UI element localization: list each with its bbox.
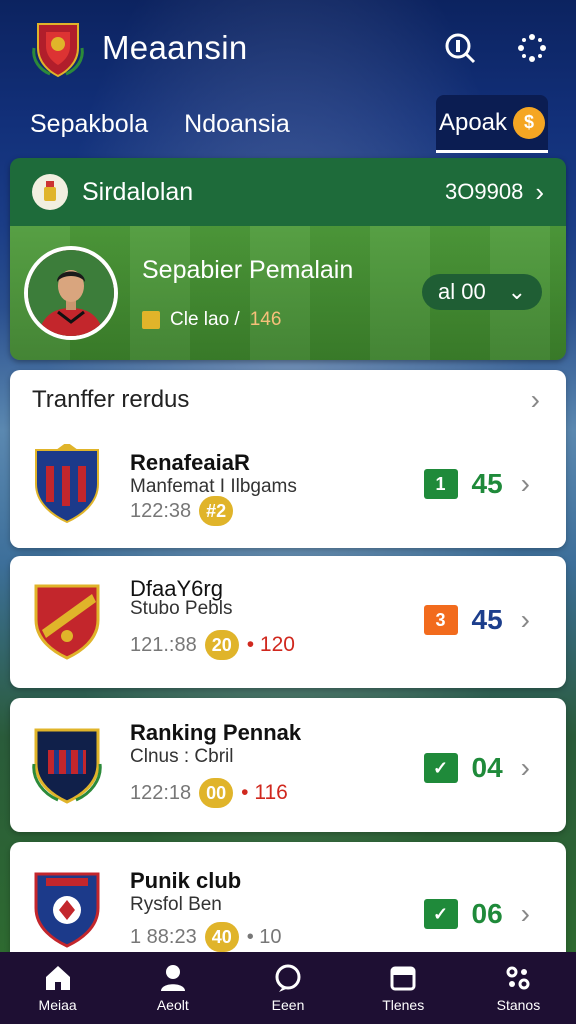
- player-avatar: [24, 246, 118, 340]
- item-sub: Manfemat I Ilbgams: [130, 476, 297, 497]
- club-crest-icon: [34, 872, 100, 948]
- chevron-right-icon[interactable]: ›: [531, 384, 540, 416]
- item-sub: Stubo Pebls: [130, 598, 233, 619]
- tab-ndoansia[interactable]: Ndoansia: [184, 110, 290, 139]
- chat-icon: [275, 964, 301, 992]
- item-score: 45: [471, 604, 503, 635]
- item-time: 122:18: [130, 781, 192, 804]
- tab-apoak-label: Apoak: [438, 108, 508, 136]
- featured-title: Sirdalolan: [82, 177, 194, 206]
- chevron-right-icon: ›: [520, 468, 530, 499]
- app-title: Meaansin: [102, 29, 248, 66]
- bottom-nav: Meiaa Aeolt Eeen Tlenes Stanos: [0, 952, 576, 1024]
- coin-icon: $: [513, 106, 546, 139]
- list-item[interactable]: Punik club Rysfol Ben 1 88:23 40 • 10 ✓ …: [10, 842, 566, 964]
- main-nav: Sepakbola Ndoansia Apoak $: [0, 95, 576, 153]
- item-pill: #2: [199, 496, 234, 526]
- club-crest-icon: [32, 728, 102, 804]
- checkmark-icon: ✓: [423, 899, 458, 929]
- item-box: 1: [423, 469, 458, 499]
- list-item[interactable]: RenafeaiaR Manfemat I Ilbgams 122:38 #2 …: [10, 432, 566, 548]
- bottom-nav-profile[interactable]: Aeolt: [115, 952, 230, 1024]
- item-name: Ranking Pennak: [130, 720, 302, 745]
- bottom-nav-label: Aeolt: [156, 997, 189, 1013]
- bottom-nav-label: Meiaa: [38, 997, 77, 1013]
- chevron-right-icon: ›: [520, 752, 530, 783]
- chevron-right-icon: ›: [535, 177, 544, 207]
- chevron-down-icon: ⌄: [507, 279, 526, 304]
- featured-select[interactable]: al 00 ⌄: [422, 274, 542, 310]
- item-time: 122:38: [130, 499, 192, 522]
- tag-icon: [142, 310, 160, 329]
- list-title: Tranffer rerdus: [32, 386, 190, 413]
- item-extra: • 10: [246, 925, 282, 948]
- item-pill: 40: [204, 922, 239, 952]
- bottom-nav-chat[interactable]: Eeen: [230, 952, 345, 1024]
- item-extra: • 120: [246, 633, 295, 656]
- featured-code: 3O9908: [445, 179, 524, 204]
- chevron-right-icon: ›: [520, 898, 530, 929]
- medal-icon: [32, 174, 68, 210]
- featured-sub-highlight: 146: [249, 308, 282, 330]
- item-score: 04: [471, 752, 503, 783]
- featured-card: Sirdalolan 3O9908 › Sepabier Pemalain Cl…: [10, 158, 566, 360]
- item-sub: Clnus : Cbril: [130, 746, 234, 767]
- chevron-right-icon: ›: [520, 604, 530, 635]
- item-time: 1 88:23: [130, 925, 197, 948]
- stats-icon: [506, 966, 530, 990]
- checkmark-icon: ✓: [423, 753, 458, 783]
- featured-body: Sepabier Pemalain Cle lao / 146 al 00 ⌄: [10, 226, 566, 360]
- item-pill: 20: [204, 630, 239, 660]
- item-extra: • 116: [241, 781, 288, 804]
- settings-icon[interactable]: [512, 28, 552, 68]
- bottom-nav-teams[interactable]: Tlenes: [346, 952, 461, 1024]
- featured-player-name: Sepabier Pemalain: [142, 255, 354, 284]
- top-bar: Meaansin: [0, 0, 576, 96]
- tab-apoak[interactable]: Apoak $: [436, 95, 548, 153]
- club-crest-icon: [34, 584, 100, 660]
- featured-header[interactable]: Sirdalolan 3O9908 ›: [10, 158, 566, 226]
- user-icon: [160, 965, 185, 991]
- list-item[interactable]: DfaaY6rg Stubo Pebls 121.:88 20 • 120 3 …: [10, 556, 566, 688]
- item-time: 121.:88: [130, 633, 197, 656]
- item-score: 06: [471, 898, 503, 929]
- item-pill: 00: [199, 778, 234, 808]
- item-name: RenafeaiaR: [130, 450, 250, 475]
- bottom-nav-label: Eeen: [271, 997, 305, 1013]
- club-logo: [32, 23, 84, 78]
- bottom-nav-home[interactable]: Meiaa: [0, 952, 115, 1024]
- home-icon: [45, 966, 70, 990]
- item-box: 3: [423, 605, 458, 635]
- club-crest-icon: [35, 444, 99, 524]
- bottom-nav-stats[interactable]: Stanos: [461, 952, 576, 1024]
- calendar-icon: [390, 966, 416, 991]
- bottom-nav-label: Tlenes: [382, 997, 425, 1013]
- list-item[interactable]: Ranking Pennak Clnus : Cbril 122:18 00 •…: [10, 698, 566, 832]
- item-score: 45: [471, 468, 503, 499]
- bottom-nav-label: Stanos: [496, 997, 541, 1013]
- featured-sub-text: Cle lao /: [170, 308, 240, 330]
- search-icon[interactable]: [440, 28, 480, 68]
- featured-select-value: al 00: [438, 279, 486, 304]
- item-sub: Rysfol Ben: [130, 894, 222, 915]
- item-name: Punik club: [130, 868, 242, 893]
- tab-sepakbola[interactable]: Sepakbola: [30, 110, 148, 139]
